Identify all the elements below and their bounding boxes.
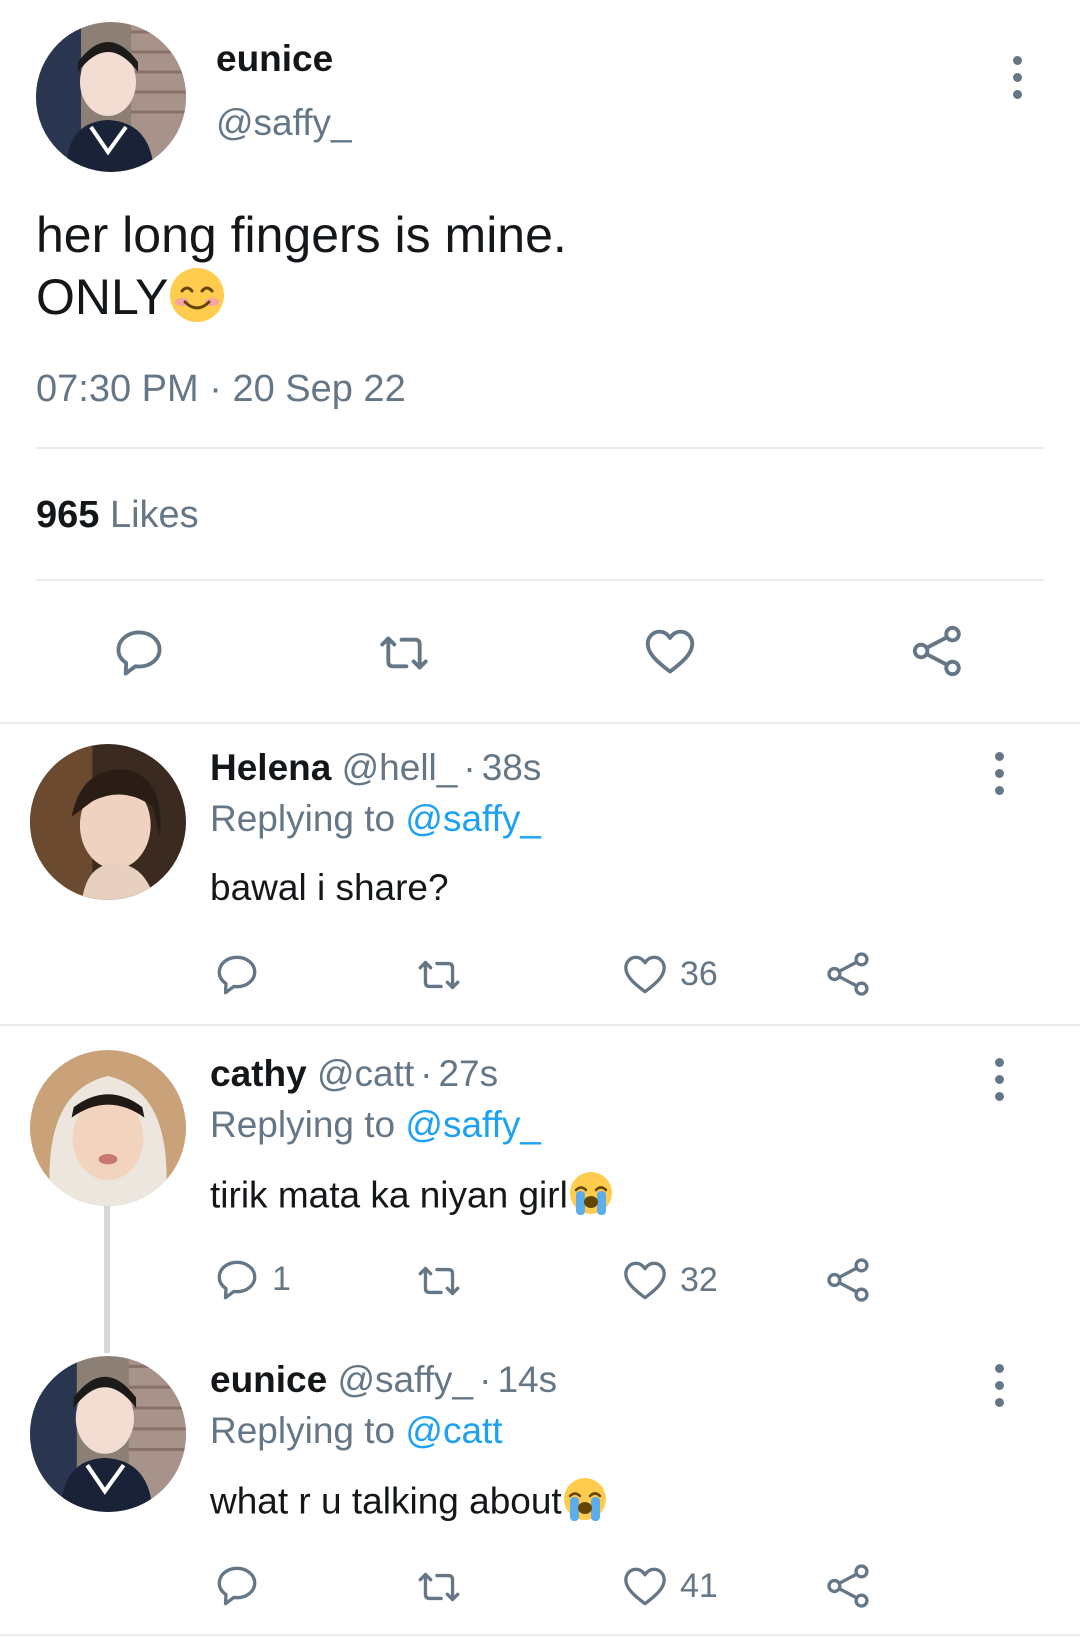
tweet-time-separator: · (209, 368, 222, 410)
like-icon[interactable] (619, 949, 671, 999)
divider (36, 579, 1044, 581)
reply-handle[interactable]: @saffy_ (338, 1359, 474, 1400)
reply-time-separator: · (463, 747, 476, 788)
like-icon[interactable] (619, 1561, 671, 1611)
reply-display-name[interactable]: Helena (210, 747, 331, 788)
replying-to-handle[interactable]: @catt (405, 1410, 502, 1451)
reply-avatar[interactable] (30, 1050, 186, 1206)
more-options-icon[interactable] (991, 1058, 1007, 1106)
reply-time-separator: · (479, 1359, 492, 1400)
reply-avatar[interactable] (30, 744, 186, 900)
reply-header: cathy @catt · 27s (210, 1053, 498, 1095)
reply-handle[interactable]: @hell_ (342, 747, 458, 788)
like-count: 32 (680, 1261, 718, 1299)
likes-label: Likes (109, 494, 199, 536)
reply-text-row: what r u talking about (210, 1476, 608, 1531)
share-icon[interactable] (823, 1561, 875, 1611)
reply-text: bawal i share? (210, 867, 449, 908)
main-display-name[interactable]: eunice (216, 38, 333, 80)
tweet-text-line2: ONLY (36, 266, 226, 336)
reply-count: 1 (272, 1260, 291, 1298)
reply-icon[interactable] (212, 1561, 262, 1611)
share-icon[interactable] (908, 622, 968, 680)
reply-handle[interactable]: @catt (317, 1053, 414, 1094)
tweet-time: 07:30 PM (36, 368, 199, 410)
like-icon[interactable] (640, 622, 700, 680)
reply-avatar[interactable] (30, 1356, 186, 1512)
likes-count: 965 (36, 494, 100, 536)
reply-text: what r u talking about (210, 1480, 562, 1522)
loudly-crying-face-icon (568, 1170, 614, 1225)
retweet-icon[interactable] (412, 1256, 466, 1306)
like-icon[interactable] (619, 1255, 671, 1305)
reply-text-row: tirik mata ka niyan girl (210, 1170, 614, 1225)
reply-display-name[interactable]: cathy (210, 1053, 307, 1094)
loudly-crying-face-icon (562, 1476, 608, 1531)
replying-to: Replying to @saffy_ (210, 1104, 541, 1146)
like-count: 41 (680, 1567, 718, 1605)
main-handle[interactable]: @saffy_ (216, 102, 352, 144)
replying-to-prefix: Replying to (210, 1410, 396, 1451)
divider (36, 447, 1044, 449)
tweet-timestamp: 07:30 PM · 20 Sep 22 (36, 368, 406, 411)
replying-to-handle[interactable]: @saffy_ (405, 1104, 541, 1145)
reply-header: Helena @hell_ · 38s (210, 747, 541, 789)
reply-age: 38s (481, 747, 542, 788)
reply-text: tirik mata ka niyan girl (210, 1174, 568, 1216)
tweet-text-line1: her long fingers is mine. (36, 207, 567, 263)
more-options-icon[interactable] (1009, 56, 1025, 104)
thread-connector-line (104, 1205, 110, 1353)
replying-to-prefix: Replying to (210, 798, 396, 839)
retweet-icon[interactable] (412, 1562, 466, 1612)
divider (0, 722, 1080, 724)
reply-display-name[interactable]: eunice (210, 1359, 327, 1400)
replying-to-prefix: Replying to (210, 1104, 396, 1145)
share-icon[interactable] (823, 1255, 875, 1305)
replying-to: Replying to @saffy_ (210, 798, 541, 840)
smiling-face-icon (168, 266, 226, 336)
replying-to-handle[interactable]: @saffy_ (405, 798, 541, 839)
reply-icon[interactable] (110, 624, 168, 682)
reply-age: 27s (438, 1053, 499, 1094)
reply-header: eunice @saffy_ · 14s (210, 1359, 557, 1401)
tweet-date: 20 Sep 22 (232, 368, 406, 410)
reply-icon[interactable] (212, 950, 262, 1000)
main-avatar[interactable] (36, 22, 186, 172)
reply-icon[interactable] (212, 1255, 262, 1305)
divider (0, 1024, 1080, 1026)
divider (0, 1634, 1080, 1636)
reply-age: 14s (497, 1359, 558, 1400)
share-icon[interactable] (823, 949, 875, 999)
more-options-icon[interactable] (991, 752, 1007, 800)
retweet-icon[interactable] (412, 950, 466, 1000)
reply-time-separator: · (420, 1053, 433, 1094)
replying-to: Replying to @catt (210, 1410, 503, 1452)
more-options-icon[interactable] (991, 1364, 1007, 1412)
like-count: 36 (680, 955, 718, 993)
likes-stat[interactable]: 965 Likes (36, 494, 199, 537)
retweet-icon[interactable] (373, 624, 435, 682)
tweet-text-only: ONLY (36, 269, 169, 326)
